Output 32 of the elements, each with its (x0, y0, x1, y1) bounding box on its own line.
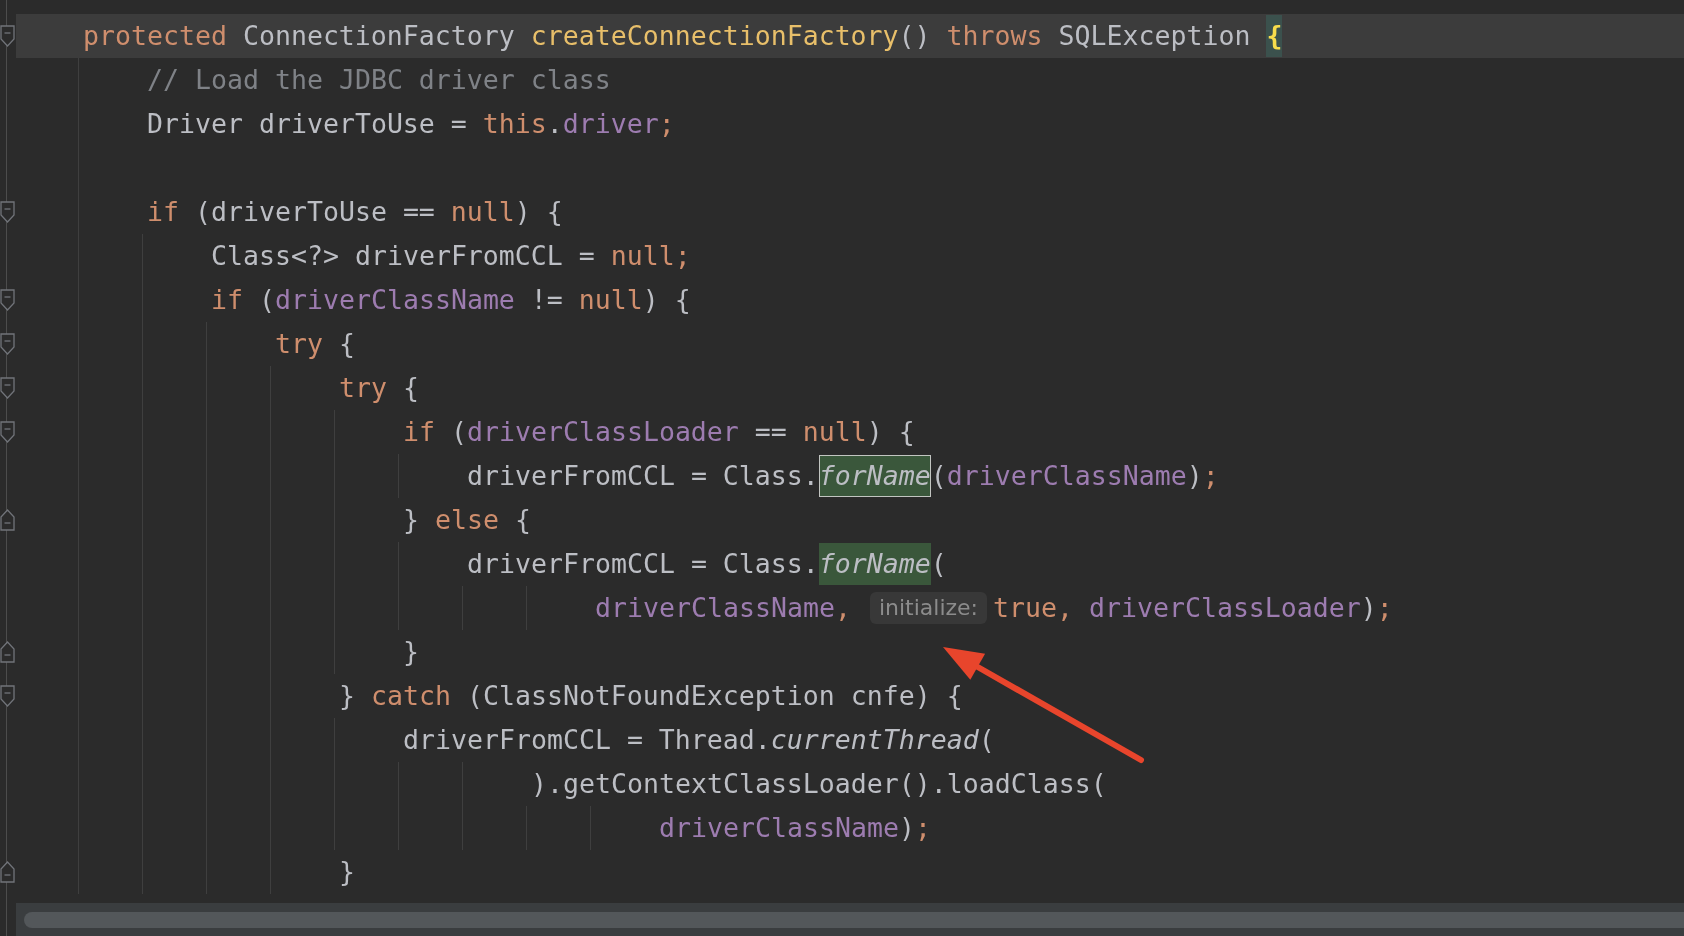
code-line: driverClassName); (659, 811, 931, 845)
code-line: } catch (ClassNotFoundException cnfe) { (339, 679, 963, 713)
code-line: driverFromCCL = Class.forName( (467, 543, 947, 585)
fold-icon[interactable] (0, 377, 15, 399)
fold-icon[interactable] (0, 289, 15, 311)
code-line: if (driverClassLoader == null) { (403, 415, 915, 449)
scrollbar-thumb[interactable] (24, 911, 1684, 928)
code-line: Driver driverToUse = this.driver; (147, 107, 675, 141)
code-line: Class<?> driverFromCCL = null; (211, 239, 691, 273)
fold-icon[interactable] (0, 421, 15, 443)
fold-icon[interactable] (0, 509, 15, 531)
fold-icon[interactable] (0, 685, 15, 707)
fold-icon[interactable] (0, 333, 15, 355)
fold-icon[interactable] (0, 25, 15, 47)
code-line: driverFromCCL = Thread.currentThread( (403, 723, 995, 757)
code-line: } else { (403, 503, 531, 537)
code-line: driverClassName, (595, 591, 851, 625)
fold-icon[interactable] (0, 641, 15, 663)
code-line: if (driverClassName != null) { (211, 283, 691, 317)
code-line: try { (275, 327, 355, 361)
code-line: } (403, 635, 419, 669)
code-line: ).getContextClassLoader().loadClass( (531, 767, 1107, 801)
code-line: driverFromCCL = Class.forName(driverClassName); (467, 455, 1219, 497)
code-line: } (339, 855, 355, 889)
fold-icon[interactable] (0, 201, 15, 223)
code-line: // Load the JDBC driver class (147, 63, 611, 97)
parameter-hint: initialize: (869, 592, 987, 624)
code-line: if (driverToUse == null) { (147, 195, 563, 229)
code-line: true, driverClassLoader); (993, 591, 1393, 625)
fold-icon[interactable] (0, 861, 15, 883)
code-line: try { (339, 371, 419, 405)
code-line: protected ConnectionFactory createConnectionFactory() throws SQLException { (83, 15, 1283, 57)
